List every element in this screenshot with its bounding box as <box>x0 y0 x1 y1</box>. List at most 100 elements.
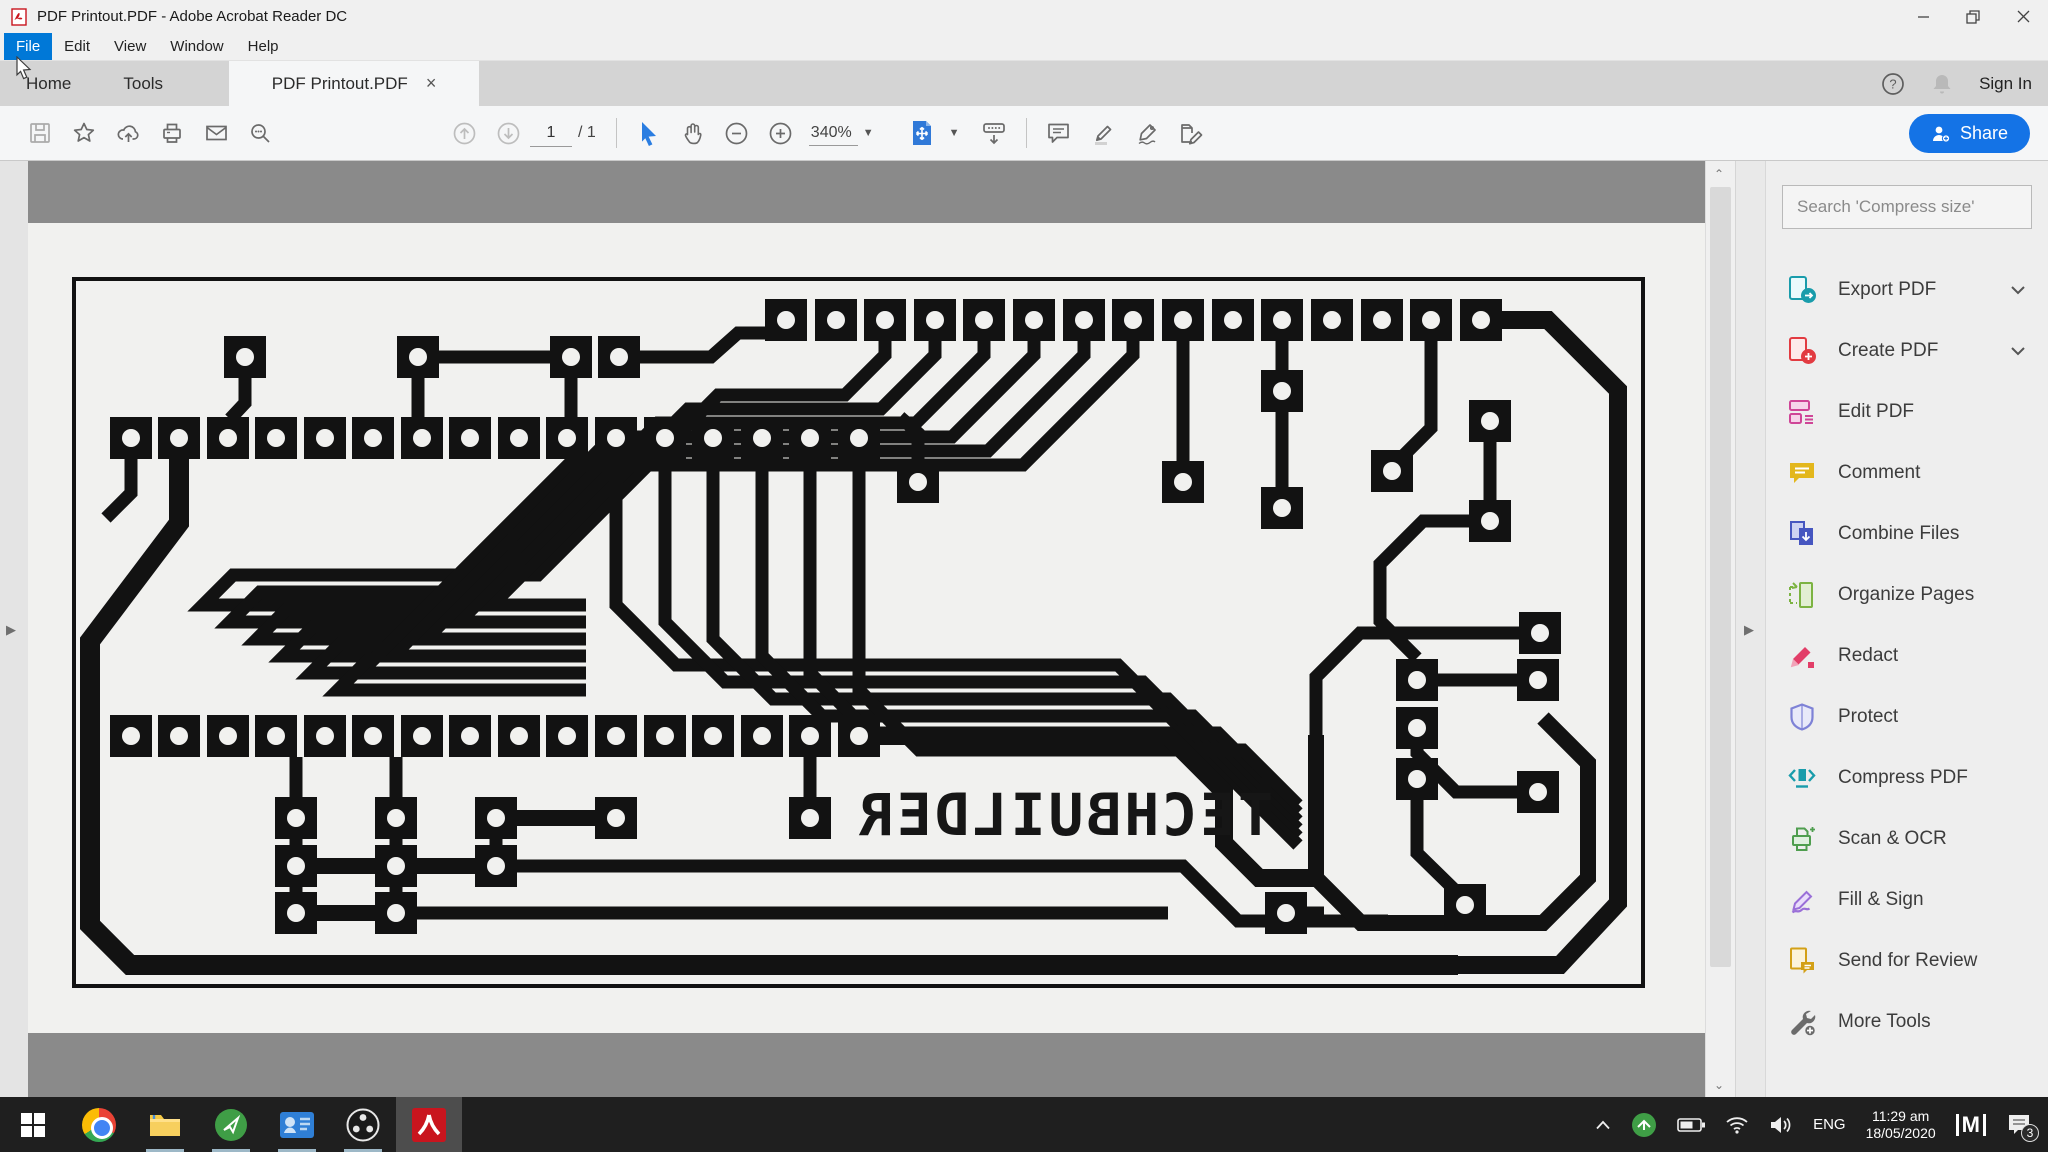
save-button[interactable] <box>18 113 62 153</box>
tools-search-input[interactable] <box>1782 185 2032 229</box>
notification-count-badge: 3 <box>2021 1124 2039 1142</box>
scrollbar-thumb[interactable] <box>1710 187 1731 967</box>
left-panel-strip: ▶ <box>0 161 28 1098</box>
restore-button[interactable] <box>1948 0 1998 33</box>
tab-document-label: PDF Printout.PDF <box>272 74 408 94</box>
more-tools-wrench-icon <box>1786 1006 1818 1038</box>
star-favorite-button[interactable] <box>62 113 106 153</box>
tools-panel: Export PDF Create PDF Edit PDF Comment C… <box>1765 161 2048 1098</box>
taskbar-acrobat-active[interactable] <box>396 1097 462 1152</box>
help-icon[interactable]: ? <box>1881 72 1905 96</box>
language-indicator[interactable]: ENG <box>1813 1116 1846 1133</box>
highlight-tool-button[interactable] <box>1081 113 1125 153</box>
share-label: Share <box>1960 123 2008 144</box>
green-app-icon <box>214 1108 248 1142</box>
notifications-bell-icon[interactable] <box>1931 72 1953 96</box>
zoom-level-value[interactable]: 340% <box>809 121 858 146</box>
search-button[interactable] <box>238 113 282 153</box>
next-page-button[interactable] <box>486 113 530 153</box>
sign-in-link[interactable]: Sign In <box>1979 74 2032 94</box>
menu-window[interactable]: Window <box>158 33 235 60</box>
cloud-upload-button[interactable] <box>106 113 150 153</box>
wifi-icon[interactable] <box>1725 1116 1749 1134</box>
window-title: PDF Printout.PDF - Adobe Acrobat Reader … <box>37 8 347 25</box>
taskbar-chrome[interactable] <box>66 1097 132 1152</box>
scan-ocr-icon <box>1786 823 1818 855</box>
document-viewport[interactable]: TECHBUILDER ⌃ ⌄ <box>28 161 1735 1098</box>
pcb-board-label: TECHBUILDER <box>856 781 1273 849</box>
previous-page-button[interactable] <box>442 113 486 153</box>
email-button[interactable] <box>194 113 238 153</box>
tool-edit-pdf[interactable]: Edit PDF <box>1782 381 2032 442</box>
collapse-tools-panel-paddle[interactable]: ▶ <box>1744 622 1754 638</box>
scroll-down-icon[interactable]: ⌄ <box>1714 1078 1724 1092</box>
tool-create-pdf[interactable]: Create PDF <box>1782 320 2032 381</box>
sign-pen-tool-button[interactable] <box>1125 113 1169 153</box>
acrobat-icon <box>412 1108 446 1142</box>
volume-icon[interactable] <box>1769 1115 1793 1135</box>
chevron-down-icon[interactable] <box>2010 285 2026 295</box>
taskbar-obs[interactable] <box>330 1097 396 1152</box>
export-pdf-icon <box>1786 274 1818 306</box>
tool-export-pdf[interactable]: Export PDF <box>1782 259 2032 320</box>
tray-green-icon[interactable] <box>1631 1112 1657 1138</box>
tool-organize-pages[interactable]: Organize Pages <box>1782 564 2032 625</box>
stamp-sign-tool-button[interactable] <box>1169 113 1213 153</box>
create-pdf-icon <box>1786 335 1818 367</box>
fill-sign-icon <box>1786 884 1818 916</box>
tool-send-for-review[interactable]: Send for Review <box>1782 930 2032 991</box>
zoom-dropdown-caret[interactable]: ▼ <box>863 127 874 139</box>
open-left-panel-paddle[interactable]: ▶ <box>6 622 16 638</box>
hand-tool-button[interactable] <box>671 113 715 153</box>
battery-icon[interactable] <box>1677 1117 1705 1133</box>
edit-pdf-icon <box>1786 396 1818 428</box>
tool-compress-pdf[interactable]: Compress PDF <box>1782 747 2032 808</box>
scroll-up-icon[interactable]: ⌃ <box>1714 167 1724 181</box>
tray-expand-chevron-icon[interactable] <box>1595 1120 1611 1130</box>
scrolling-mode-button[interactable] <box>972 113 1016 153</box>
pcb-artwork: TECHBUILDER <box>28 223 1705 1033</box>
tool-combine-files[interactable]: Combine Files <box>1782 503 2032 564</box>
minimize-button[interactable] <box>1898 0 1948 33</box>
tab-close-icon[interactable]: × <box>426 73 437 94</box>
fit-page-button[interactable] <box>900 113 944 153</box>
blue-app-icon <box>279 1111 315 1139</box>
tools-panel-strip: ▶ <box>1735 161 1765 1098</box>
tool-redact[interactable]: Redact <box>1782 625 2032 686</box>
title-bar: PDF Printout.PDF - Adobe Acrobat Reader … <box>0 0 2048 33</box>
comment-tool-button[interactable] <box>1037 113 1081 153</box>
zoom-out-button[interactable] <box>715 113 759 153</box>
page-number-input[interactable] <box>530 119 572 147</box>
menu-edit[interactable]: Edit <box>52 33 102 60</box>
menu-help[interactable]: Help <box>236 33 291 60</box>
main-toolbar: / 1 340% ▼ ▼ Share <box>0 106 2048 161</box>
toolbar-divider <box>616 118 617 148</box>
m-logo-icon[interactable]: M <box>1956 1112 1986 1138</box>
tool-comment[interactable]: Comment <box>1782 442 2032 503</box>
chevron-down-icon[interactable] <box>2010 346 2026 356</box>
mouse-cursor <box>15 56 35 80</box>
tool-more-tools[interactable]: More Tools <box>1782 991 2032 1052</box>
tab-document[interactable]: PDF Printout.PDF × <box>229 61 479 106</box>
taskbar-green-app[interactable] <box>198 1097 264 1152</box>
close-button[interactable] <box>1998 0 2048 33</box>
select-tool-button[interactable] <box>627 113 671 153</box>
print-button[interactable] <box>150 113 194 153</box>
tab-tools[interactable]: Tools <box>97 61 189 106</box>
zoom-in-button[interactable] <box>759 113 803 153</box>
comment-icon <box>1786 457 1818 489</box>
taskbar-clock[interactable]: 11:29 am 18/05/2020 <box>1866 1108 1936 1142</box>
notification-center[interactable]: 3 <box>2006 1113 2032 1137</box>
tool-protect[interactable]: Protect <box>1782 686 2032 747</box>
start-button[interactable] <box>0 1097 66 1152</box>
tool-scan-ocr[interactable]: Scan & OCR <box>1782 808 2032 869</box>
document-scrollbar[interactable]: ⌃ ⌄ <box>1705 161 1735 1098</box>
tool-fill-sign[interactable]: Fill & Sign <box>1782 869 2032 930</box>
taskbar-file-explorer[interactable] <box>132 1097 198 1152</box>
redact-icon <box>1786 640 1818 672</box>
share-button[interactable]: Share <box>1909 114 2030 153</box>
clock-date: 18/05/2020 <box>1866 1125 1936 1142</box>
fit-dropdown-caret[interactable]: ▼ <box>949 127 960 139</box>
menu-view[interactable]: View <box>102 33 158 60</box>
taskbar-blue-app[interactable] <box>264 1097 330 1152</box>
